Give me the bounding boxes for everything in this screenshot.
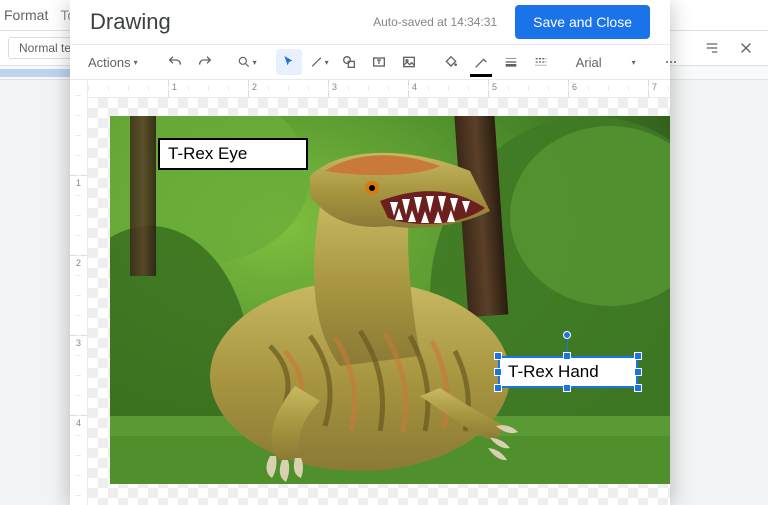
border-weight-button[interactable]	[498, 49, 524, 75]
resize-handle-n[interactable]	[563, 352, 571, 360]
line-tool[interactable]: ▾	[306, 49, 332, 75]
save-and-close-button[interactable]: Save and Close	[515, 5, 650, 39]
drawing-toolbar: Actions▾ ▾ ▾	[70, 44, 670, 80]
image-tool[interactable]	[396, 49, 422, 75]
vertical-ruler[interactable]: 1 2 3 4	[70, 80, 88, 505]
border-color-button[interactable]	[468, 49, 494, 75]
resize-handle-se[interactable]	[634, 384, 642, 392]
resize-handle-e[interactable]	[634, 368, 642, 376]
canvas-area: 1 2 3 4 1 2 3 4 5 6 7	[70, 80, 670, 505]
drawing-canvas[interactable]: T-Rex Eye T-Rex Hand	[88, 98, 670, 505]
autosave-status: Auto-saved at 14:34:31	[373, 15, 497, 29]
editing-mode-icon[interactable]	[738, 40, 754, 59]
resize-handle-s[interactable]	[563, 384, 571, 392]
menu-format[interactable]: Format	[4, 7, 48, 23]
textbox-trex-eye[interactable]: T-Rex Eye	[158, 138, 308, 170]
actions-menu[interactable]: Actions▾	[80, 51, 146, 74]
docs-right-toolbar	[704, 40, 754, 59]
resize-handle-w[interactable]	[494, 368, 502, 376]
more-options-button[interactable]	[658, 49, 684, 75]
undo-button[interactable]	[162, 49, 188, 75]
modal-title: Drawing	[90, 9, 171, 35]
resize-handle-nw[interactable]	[494, 352, 502, 360]
zoom-button[interactable]: ▾	[234, 49, 260, 75]
fill-color-button[interactable]	[438, 49, 464, 75]
hide-menus-icon[interactable]	[704, 40, 720, 59]
image-trex[interactable]	[110, 116, 670, 484]
modal-header: Drawing Auto-saved at 14:34:31 Save and …	[70, 0, 670, 44]
resize-handle-ne[interactable]	[634, 352, 642, 360]
rotate-handle[interactable]	[563, 331, 571, 339]
shape-tool[interactable]	[336, 49, 362, 75]
font-family-select[interactable]: Arial▾	[570, 55, 642, 70]
textbox-tool[interactable]	[366, 49, 392, 75]
select-tool[interactable]	[276, 49, 302, 75]
horizontal-ruler[interactable]: 1 2 3 4 5 6 7	[88, 80, 670, 98]
resize-handle-sw[interactable]	[494, 384, 502, 392]
border-dash-button[interactable]	[528, 49, 554, 75]
drawing-modal: Drawing Auto-saved at 14:34:31 Save and …	[70, 0, 670, 505]
redo-button[interactable]	[192, 49, 218, 75]
